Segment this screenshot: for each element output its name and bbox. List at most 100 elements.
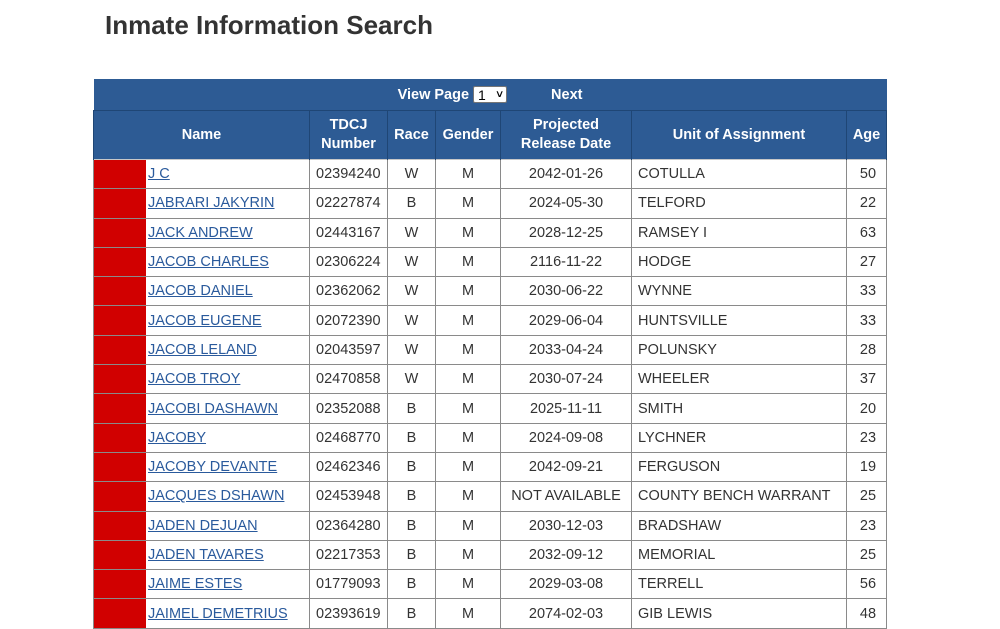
redaction-block bbox=[94, 599, 146, 628]
release-date-cell: 2074-02-03 bbox=[500, 598, 632, 629]
race-cell: W bbox=[387, 158, 436, 190]
table-row: JAIMEL DEMETRIUS 02393619 B M 2074-02-03… bbox=[93, 598, 888, 629]
unit-cell: WYNNE bbox=[631, 276, 847, 307]
tdcj-number-cell: 02072390 bbox=[309, 305, 388, 336]
column-header-age: Age bbox=[845, 110, 888, 160]
inmate-name-link[interactable]: JACOBY DEVANTE bbox=[148, 459, 277, 475]
unit-cell: WHEELER bbox=[631, 364, 847, 395]
table-row: JADEN TAVARES 02217353 B M 2032-09-12 ME… bbox=[93, 539, 888, 571]
table-row: JACK ANDREW 02443167 W M 2028-12-25 RAMS… bbox=[93, 217, 888, 248]
release-date-cell: 2030-12-03 bbox=[500, 510, 632, 541]
inmate-name-link[interactable]: JACOB EUGENE bbox=[148, 313, 262, 329]
inmate-name-link[interactable]: JACOB TROY bbox=[148, 371, 240, 387]
name-cell: JACOB CHARLES bbox=[93, 246, 310, 278]
age-cell: 63 bbox=[845, 217, 888, 248]
release-date-cell: 2042-09-21 bbox=[500, 451, 632, 483]
redaction-block bbox=[94, 394, 146, 423]
page-select[interactable]: 1 ∨ bbox=[473, 86, 508, 103]
race-cell: W bbox=[387, 364, 436, 395]
release-date-cell: 2029-06-04 bbox=[500, 305, 632, 336]
age-cell: 37 bbox=[845, 364, 888, 395]
gender-cell: M bbox=[435, 217, 501, 248]
column-header-race: Race bbox=[387, 110, 436, 160]
inmate-name-link[interactable]: JACOB CHARLES bbox=[148, 254, 269, 270]
name-cell: JACOB EUGENE bbox=[93, 305, 310, 336]
unit-cell: BRADSHAW bbox=[631, 510, 847, 541]
inmate-name-link[interactable]: JACOB DANIEL bbox=[148, 283, 253, 299]
gender-cell: M bbox=[435, 305, 501, 336]
table-row: JACOBY DEVANTE 02462346 B M 2042-09-21 F… bbox=[93, 451, 888, 483]
release-date-cell: 2042-01-26 bbox=[500, 158, 632, 190]
inmate-name-link[interactable]: JADEN DEJUAN bbox=[148, 518, 258, 534]
release-date-cell: 2024-09-08 bbox=[500, 422, 632, 453]
table-row: JACOB EUGENE 02072390 W M 2029-06-04 HUN… bbox=[93, 305, 888, 336]
tdcj-number-cell: 02468770 bbox=[309, 422, 388, 453]
race-cell: B bbox=[387, 598, 436, 629]
inmate-name-link[interactable]: JACK ANDREW bbox=[148, 225, 253, 241]
inmate-name-link[interactable]: JADEN TAVARES bbox=[148, 547, 264, 563]
table-row: JADEN DEJUAN 02364280 B M 2030-12-03 BRA… bbox=[93, 510, 888, 541]
table-row: JACOBI DASHAWN 02352088 B M 2025-11-11 S… bbox=[93, 393, 888, 424]
race-cell: W bbox=[387, 246, 436, 278]
release-date-cell: 2024-05-30 bbox=[500, 188, 632, 219]
inmate-name-link[interactable]: JACOB LELAND bbox=[148, 342, 257, 358]
release-date-cell: 2030-06-22 bbox=[500, 276, 632, 307]
release-date-cell: NOT AVAILABLE bbox=[500, 481, 632, 512]
gender-cell: M bbox=[435, 276, 501, 307]
inmate-name-link[interactable]: J C bbox=[148, 166, 170, 182]
inmate-name-link[interactable]: JACQUES DSHAWN bbox=[148, 488, 284, 504]
tdcj-number-cell: 02462346 bbox=[309, 451, 388, 483]
table-row: JACQUES DSHAWN 02453948 B M NOT AVAILABL… bbox=[93, 481, 888, 512]
name-cell: JACQUES DSHAWN bbox=[93, 481, 310, 512]
inmate-name-link[interactable]: JABRARI JAKYRIN bbox=[148, 195, 275, 211]
gender-cell: M bbox=[435, 598, 501, 629]
name-cell: JAIME ESTES bbox=[93, 569, 310, 600]
tdcj-number-cell: 02393619 bbox=[309, 598, 388, 629]
page-title: Inmate Information Search bbox=[105, 10, 433, 40]
redaction-block bbox=[94, 160, 146, 188]
race-cell: B bbox=[387, 481, 436, 512]
unit-cell: COUNTY BENCH WARRANT bbox=[631, 481, 847, 512]
next-page-link[interactable]: Next bbox=[551, 87, 582, 103]
table-row: JACOB DANIEL 02362062 W M 2030-06-22 WYN… bbox=[93, 276, 888, 307]
gender-cell: M bbox=[435, 246, 501, 278]
table-row: JACOB TROY 02470858 W M 2030-07-24 WHEEL… bbox=[93, 364, 888, 395]
name-cell: JADEN DEJUAN bbox=[93, 510, 310, 541]
age-cell: 50 bbox=[845, 158, 888, 190]
inmate-name-link[interactable]: JAIMEL DEMETRIUS bbox=[148, 606, 288, 622]
redaction-block bbox=[94, 453, 146, 481]
unit-cell: HODGE bbox=[631, 246, 847, 278]
pagination-bar: View Page 1 ∨ Next bbox=[93, 79, 887, 111]
table-row: JACOB LELAND 02043597 W M 2033-04-24 POL… bbox=[93, 334, 888, 366]
age-cell: 23 bbox=[845, 422, 888, 453]
view-page-label: View Page bbox=[397, 86, 470, 103]
tdcj-number-cell: 02306224 bbox=[309, 246, 388, 278]
name-cell: JADEN TAVARES bbox=[93, 539, 310, 571]
gender-cell: M bbox=[435, 393, 501, 424]
inmate-name-link[interactable]: JACOBY bbox=[148, 430, 206, 446]
release-date-cell: 2025-11-11 bbox=[500, 393, 632, 424]
page-select-value: 1 bbox=[478, 86, 486, 103]
unit-cell: GIB LEWIS bbox=[631, 598, 847, 629]
redaction-block bbox=[94, 541, 146, 569]
tdcj-number-cell: 02470858 bbox=[309, 364, 388, 395]
age-cell: 19 bbox=[845, 451, 888, 483]
name-cell: JACOB TROY bbox=[93, 364, 310, 395]
age-cell: 23 bbox=[845, 510, 888, 541]
age-cell: 22 bbox=[845, 188, 888, 219]
gender-cell: M bbox=[435, 510, 501, 541]
gender-cell: M bbox=[435, 451, 501, 483]
inmate-name-link[interactable]: JACOBI DASHAWN bbox=[148, 401, 278, 417]
unit-cell: TERRELL bbox=[631, 569, 847, 600]
name-cell: JACOBI DASHAWN bbox=[93, 393, 310, 424]
chevron-down-icon: ∨ bbox=[494, 88, 505, 100]
gender-cell: M bbox=[435, 422, 501, 453]
tdcj-number-cell: 02362062 bbox=[309, 276, 388, 307]
inmate-name-link[interactable]: JAIME ESTES bbox=[148, 576, 242, 592]
unit-cell: TELFORD bbox=[631, 188, 847, 219]
redaction-block bbox=[94, 482, 146, 511]
table-header-row: Name TDCJ Number Race Gender Projected Rel… bbox=[93, 110, 888, 160]
table-row: JABRARI JAKYRIN 02227874 B M 2024-05-30 … bbox=[93, 188, 888, 219]
name-cell: JABRARI JAKYRIN bbox=[93, 188, 310, 219]
gender-cell: M bbox=[435, 481, 501, 512]
